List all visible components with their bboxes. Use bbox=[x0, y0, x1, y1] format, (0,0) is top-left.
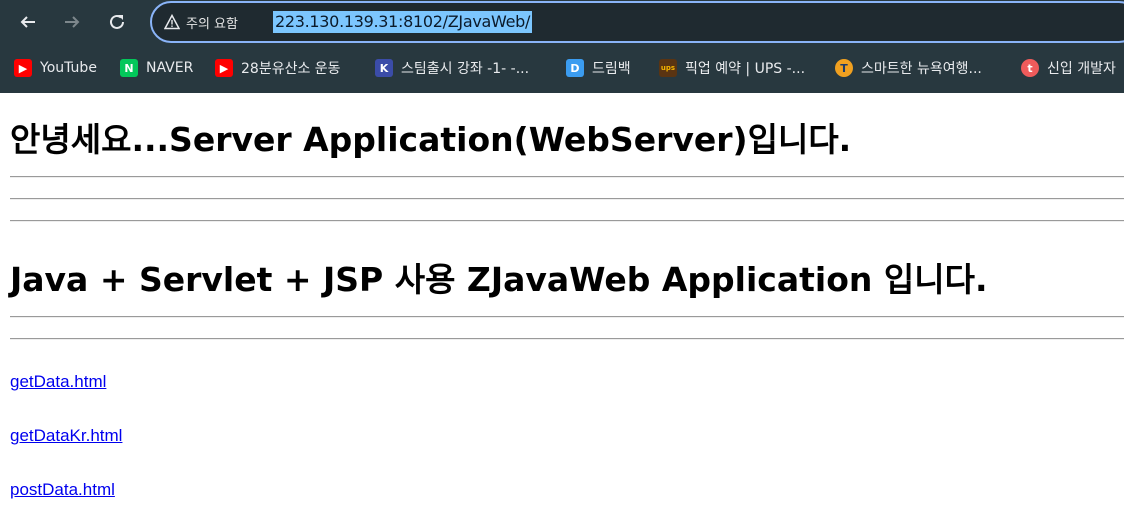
bookmark-label: YouTube bbox=[40, 60, 97, 76]
reload-icon bbox=[110, 14, 124, 29]
bookmark-label: 스팀출시 강좌 -1- -... bbox=[401, 61, 530, 77]
steam-course-icon: K bbox=[375, 59, 393, 77]
arrow-right-icon bbox=[65, 16, 80, 28]
ups-icon: ups bbox=[659, 59, 677, 77]
browser-chrome: 주의 요함 223.130.139.31:8102/ZJavaWeb/ ▶ Yo… bbox=[0, 0, 1124, 93]
dreamback-icon: D bbox=[566, 59, 584, 77]
travel-icon: T bbox=[835, 59, 853, 77]
youtube-icon: ▶ bbox=[215, 59, 233, 77]
divider bbox=[10, 338, 1124, 340]
back-button[interactable] bbox=[14, 8, 42, 36]
page-heading-server: 안녕세요...Server Application(WebServer)입니다. bbox=[10, 120, 852, 159]
link-get-data-kr[interactable]: getDataKr.html bbox=[10, 426, 122, 446]
bookmark-label: 스마트한 뉴욕여행... bbox=[861, 61, 982, 77]
page-content: 안녕세요...Server Application(WebServer)입니다.… bbox=[0, 93, 1124, 520]
divider bbox=[10, 220, 1124, 222]
bookmark-cardio[interactable]: ▶ 28분유산소 운동 bbox=[215, 56, 341, 80]
browser-toolbar: 주의 요함 223.130.139.31:8102/ZJavaWeb/ bbox=[0, 0, 1124, 46]
page-heading-app: Java + Servlet + JSP 사용 ZJavaWeb Applica… bbox=[10, 260, 988, 299]
bookmark-developer[interactable]: t 신입 개발자 bbox=[1021, 56, 1116, 80]
developer-icon: t bbox=[1021, 59, 1039, 77]
bookmark-ups[interactable]: ups 픽업 예약 | UPS -... bbox=[659, 56, 805, 80]
youtube-icon: ▶ bbox=[14, 59, 32, 77]
bookmark-dreamback[interactable]: D 드림백 bbox=[566, 56, 631, 80]
url-text[interactable]: 223.130.139.31:8102/ZJavaWeb/ bbox=[273, 11, 533, 33]
divider bbox=[10, 316, 1124, 318]
bookmark-label: 드림백 bbox=[592, 61, 631, 77]
link-get-data[interactable]: getData.html bbox=[10, 372, 106, 392]
forward-button[interactable] bbox=[58, 8, 86, 36]
bookmark-youtube[interactable]: ▶ YouTube bbox=[14, 56, 97, 80]
divider bbox=[10, 198, 1124, 200]
bookmark-label: 픽업 예약 | UPS -... bbox=[685, 61, 806, 77]
address-bar[interactable]: 주의 요함 223.130.139.31:8102/ZJavaWeb/ bbox=[150, 1, 1124, 43]
reload-button[interactable] bbox=[103, 8, 131, 36]
link-post-data[interactable]: postData.html bbox=[10, 480, 115, 500]
bookmark-naver[interactable]: N NAVER bbox=[120, 56, 193, 80]
bookmark-label: NAVER bbox=[146, 60, 194, 76]
security-label: 주의 요함 bbox=[186, 16, 238, 32]
divider bbox=[10, 176, 1124, 178]
bookmark-travel[interactable]: T 스마트한 뉴욕여행... bbox=[835, 56, 982, 80]
bookmark-label: 신입 개발자 bbox=[1047, 61, 1116, 77]
security-indicator[interactable]: 주의 요함 bbox=[164, 13, 238, 32]
bookmarks-bar: ▶ YouTube N NAVER ▶ 28분유산소 운동 K 스팀출시 강좌 … bbox=[0, 53, 1124, 83]
arrow-left-icon bbox=[20, 16, 35, 28]
warning-icon bbox=[164, 14, 180, 30]
bookmark-label: 28분유산소 운동 bbox=[241, 61, 341, 77]
bookmark-steam-course[interactable]: K 스팀출시 강좌 -1- -... bbox=[375, 56, 529, 80]
naver-icon: N bbox=[120, 59, 138, 77]
